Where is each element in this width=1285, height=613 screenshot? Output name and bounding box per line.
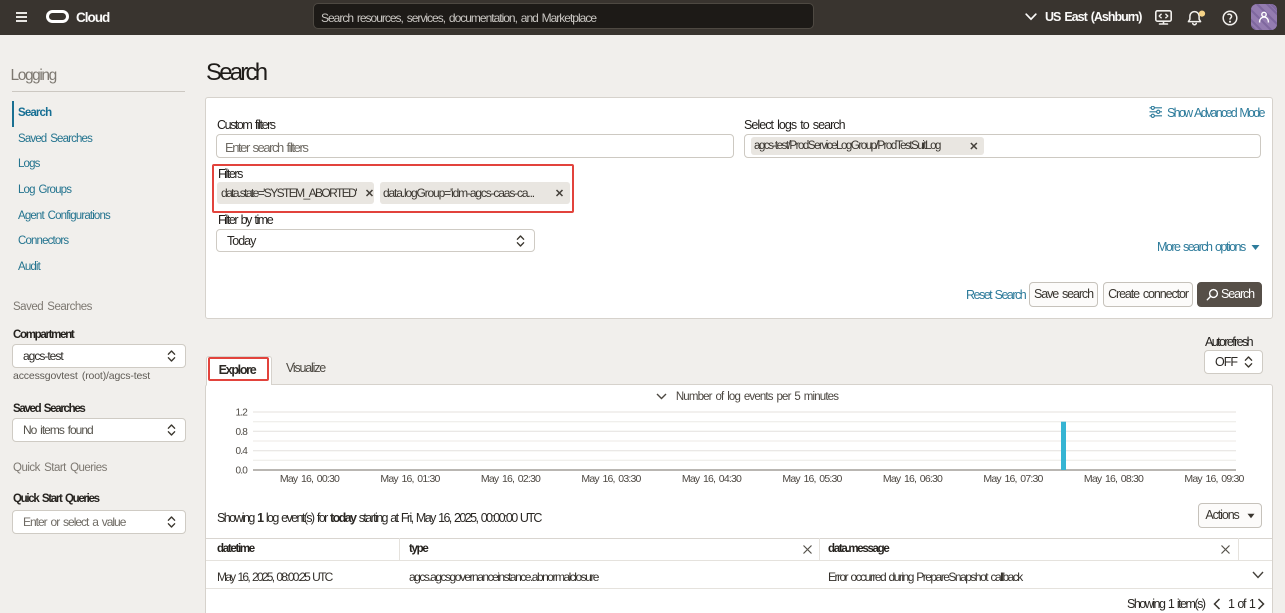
- svg-text:May 16, 01:30: May 16, 01:30: [380, 473, 440, 485]
- svg-text:May 16, 03:30: May 16, 03:30: [581, 473, 641, 485]
- svg-text:May 16, 06:30: May 16, 06:30: [883, 473, 943, 485]
- svg-text:0.0: 0.0: [235, 466, 248, 477]
- svg-text:1.2: 1.2: [235, 408, 248, 419]
- svg-text:May 16, 02:30: May 16, 02:30: [481, 473, 541, 485]
- svg-text:May 16, 07:30: May 16, 07:30: [983, 473, 1043, 485]
- svg-text:0.4: 0.4: [235, 446, 248, 457]
- svg-text:0.8: 0.8: [235, 427, 248, 438]
- svg-text:May 16, 05:30: May 16, 05:30: [782, 473, 842, 485]
- svg-text:May 16, 08:30: May 16, 08:30: [1084, 473, 1144, 485]
- svg-text:May 16, 00:30: May 16, 00:30: [280, 473, 340, 485]
- svg-text:May 16, 04:30: May 16, 04:30: [682, 473, 742, 485]
- svg-text:May 16, 09:30: May 16, 09:30: [1184, 473, 1244, 485]
